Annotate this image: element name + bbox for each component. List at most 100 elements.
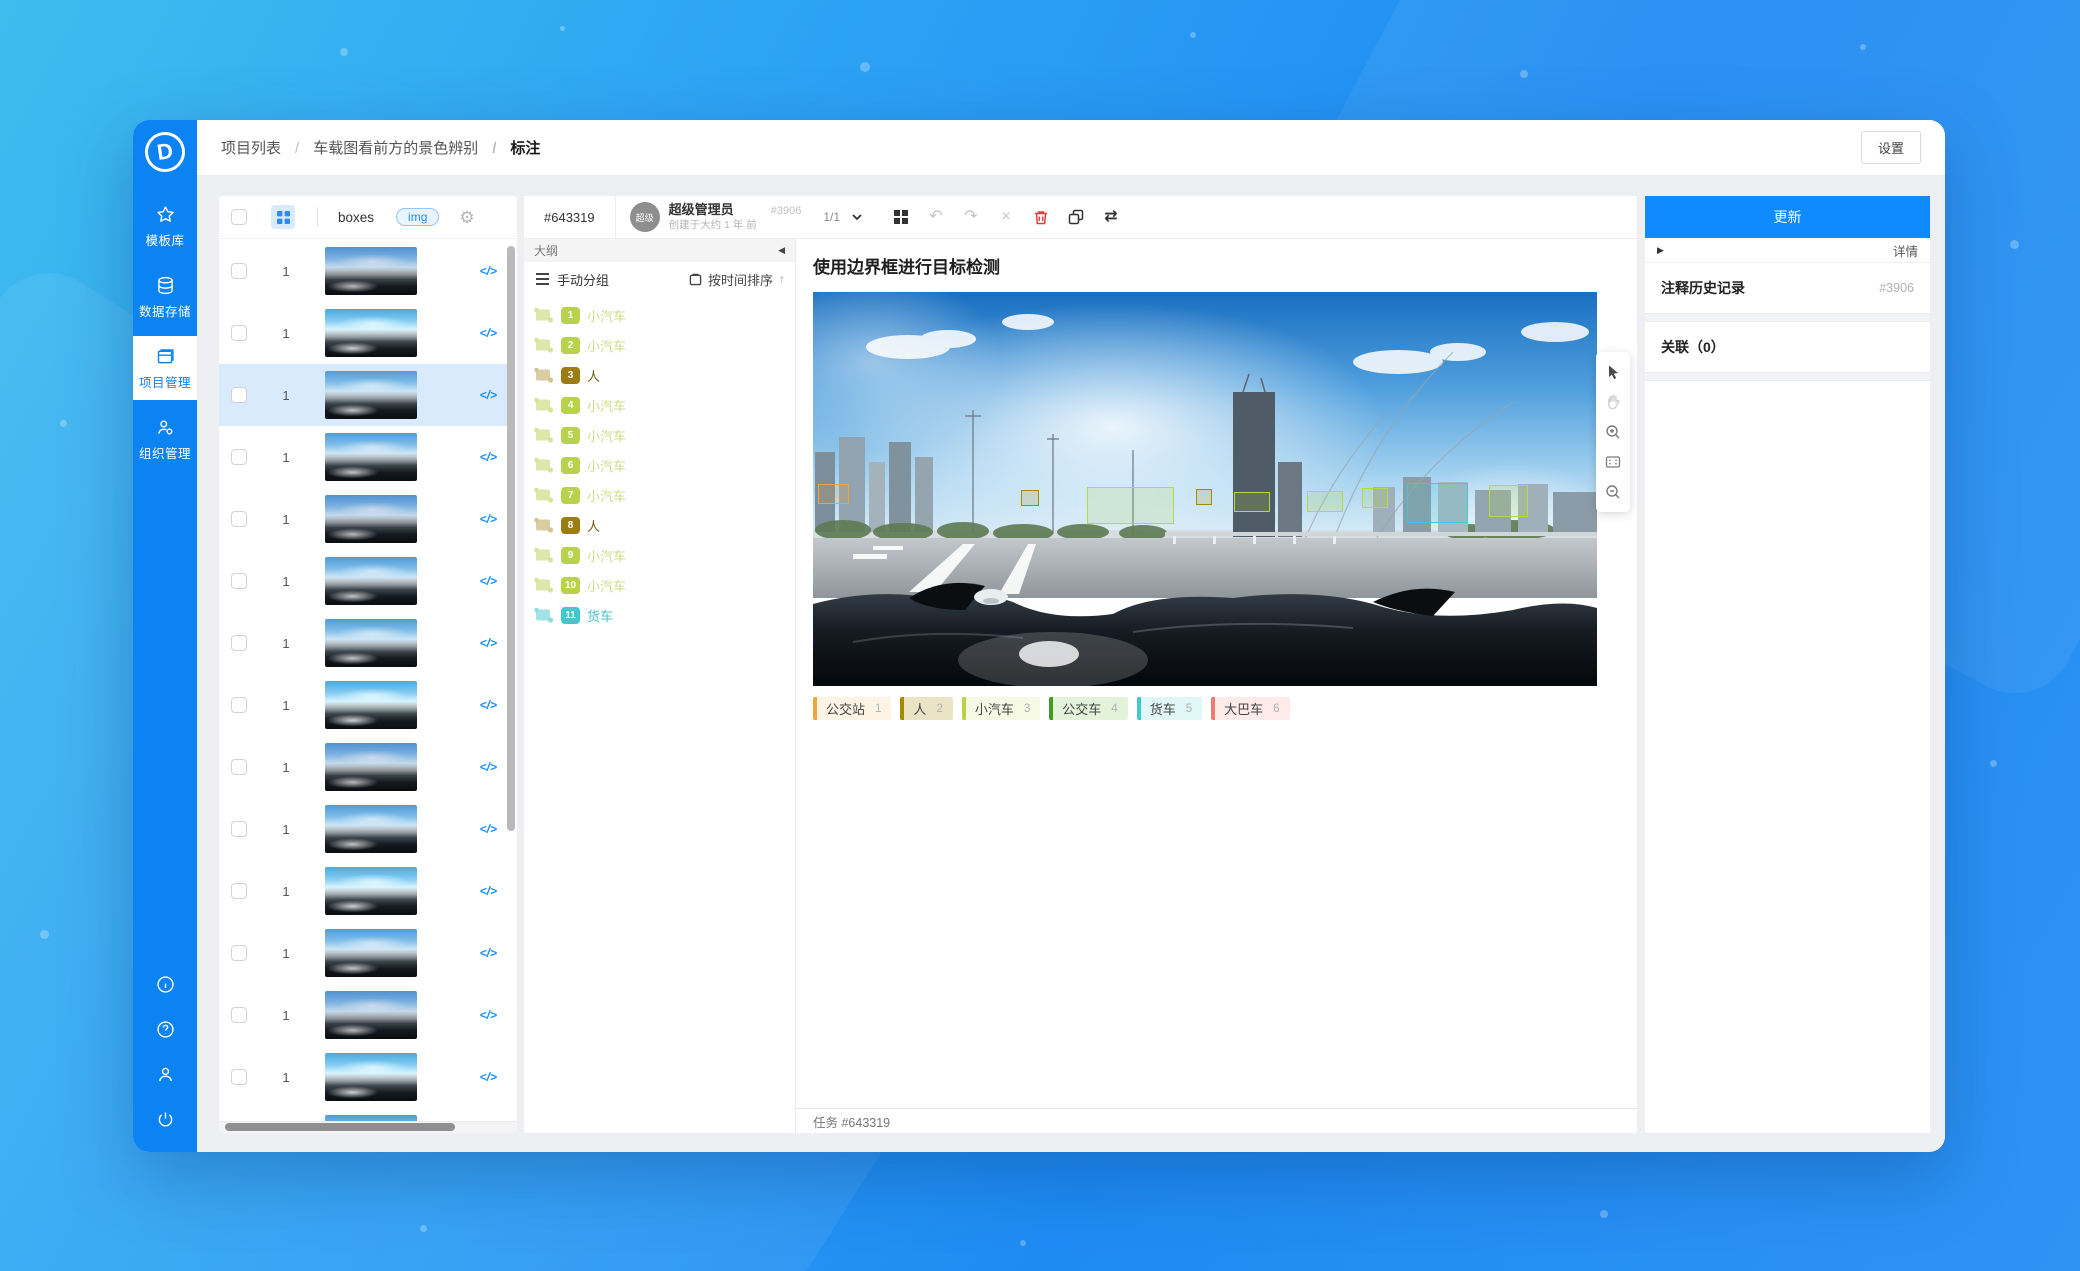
file-row[interactable]: 1 </> xyxy=(219,674,507,736)
row-checkbox[interactable] xyxy=(231,573,247,589)
panorama-thumbnail[interactable] xyxy=(325,867,417,915)
file-row[interactable]: 1 </> xyxy=(219,860,507,922)
breadcrumb-item[interactable]: 项目列表 xyxy=(221,137,281,158)
info-icon[interactable] xyxy=(155,974,176,995)
bounding-box[interactable] xyxy=(1234,492,1270,512)
relations-section[interactable]: 关联（0） xyxy=(1645,322,1930,372)
label-tag[interactable]: 小汽车 3 xyxy=(962,697,1040,720)
row-checkbox[interactable] xyxy=(231,1007,247,1023)
nav-item-template-library[interactable]: 模板库 xyxy=(133,194,197,258)
label-tag[interactable]: 公交车 4 xyxy=(1049,697,1127,720)
panorama-thumbnail[interactable] xyxy=(325,619,417,667)
row-checkbox[interactable] xyxy=(231,325,247,341)
row-checkbox[interactable] xyxy=(231,759,247,775)
file-row[interactable]: 1 </> xyxy=(219,488,507,550)
row-checkbox[interactable] xyxy=(231,511,247,527)
annotation-history-section[interactable]: 注释历史记录 #3906 xyxy=(1645,263,1930,313)
breadcrumb-item[interactable]: 标注 xyxy=(478,137,540,158)
manual-group-button[interactable]: 手动分组 xyxy=(557,270,609,289)
row-checkbox[interactable] xyxy=(231,1069,247,1085)
row-checkbox[interactable] xyxy=(231,449,247,465)
file-row[interactable]: 1 </> xyxy=(219,364,507,426)
row-checkbox[interactable] xyxy=(231,945,247,961)
bounding-box[interactable] xyxy=(1407,483,1467,523)
power-icon[interactable] xyxy=(155,1109,176,1130)
vertical-scrollbar[interactable] xyxy=(507,246,515,831)
annotation-item[interactable]: 9 小汽车 xyxy=(524,540,795,570)
bounding-box[interactable] xyxy=(1196,489,1212,505)
code-icon[interactable]: </> xyxy=(480,1008,497,1022)
row-checkbox[interactable] xyxy=(231,263,247,279)
annotation-item[interactable]: 1 小汽车 xyxy=(524,300,795,330)
code-icon[interactable]: </> xyxy=(480,388,497,402)
user-icon[interactable] xyxy=(155,1064,176,1085)
nav-item-organization-management[interactable]: 组织管理 xyxy=(133,407,197,471)
file-row[interactable]: 1 </> xyxy=(219,922,507,984)
trash-icon[interactable] xyxy=(1032,208,1050,226)
bounding-box[interactable] xyxy=(1362,488,1389,508)
annotation-item[interactable]: 4 小汽车 xyxy=(524,390,795,420)
breadcrumb-item[interactable]: 车载图看前方的景色辨别 xyxy=(281,137,478,158)
file-row[interactable]: 1 </> xyxy=(219,550,507,612)
bounding-box[interactable] xyxy=(1021,490,1039,506)
panorama-thumbnail[interactable] xyxy=(325,1053,417,1101)
label-tag[interactable]: 公交站 1 xyxy=(813,697,891,720)
code-icon[interactable]: </> xyxy=(480,884,497,898)
label-tag[interactable]: 货车 5 xyxy=(1137,697,1202,720)
file-row[interactable]: 1 </> xyxy=(219,1046,507,1108)
panorama-thumbnail[interactable] xyxy=(325,743,417,791)
code-icon[interactable]: </> xyxy=(480,512,497,526)
settings-button[interactable]: 设置 xyxy=(1861,131,1921,164)
annotation-item[interactable]: 10 小汽车 xyxy=(524,570,795,600)
transfer-icon[interactable]: ⇄ xyxy=(1102,208,1120,226)
hand-tool[interactable] xyxy=(1598,387,1628,417)
details-label[interactable]: 详情 xyxy=(1893,241,1918,260)
chevron-down-icon[interactable] xyxy=(850,210,864,224)
label-tag[interactable]: 大巴车 6 xyxy=(1211,697,1289,720)
file-row[interactable]: 1 </> xyxy=(219,736,507,798)
file-row[interactable]: 1 </> xyxy=(219,798,507,860)
code-icon[interactable]: </> xyxy=(480,264,497,278)
annotation-item[interactable]: 5 小汽车 xyxy=(524,420,795,450)
fit-to-screen-tool[interactable] xyxy=(1598,447,1628,477)
file-row[interactable]: 1 </> xyxy=(219,1108,507,1121)
panorama-thumbnail[interactable] xyxy=(325,991,417,1039)
panorama-thumbnail[interactable] xyxy=(325,557,417,605)
row-checkbox[interactable] xyxy=(231,821,247,837)
annotation-item[interactable]: 3 人 xyxy=(524,360,795,390)
row-checkbox[interactable] xyxy=(231,635,247,651)
sort-by-time-button[interactable]: 按时间排序 ↑ xyxy=(689,270,785,289)
select-all-checkbox[interactable] xyxy=(231,209,247,225)
code-icon[interactable]: </> xyxy=(480,574,497,588)
code-icon[interactable]: </> xyxy=(480,326,497,340)
copy-icon[interactable] xyxy=(1067,208,1085,226)
expand-icon[interactable]: ▶ xyxy=(1657,245,1664,256)
redo-icon[interactable]: ↷ xyxy=(962,208,980,226)
row-checkbox[interactable] xyxy=(231,387,247,403)
panorama-thumbnail[interactable] xyxy=(325,371,417,419)
close-icon[interactable]: × xyxy=(997,208,1015,226)
nav-item-data-storage[interactable]: 数据存储 xyxy=(133,265,197,329)
grid-icon[interactable] xyxy=(892,208,910,226)
zoom-out-tool[interactable] xyxy=(1598,477,1628,507)
row-checkbox[interactable] xyxy=(231,697,247,713)
panorama-thumbnail[interactable] xyxy=(325,433,417,481)
code-icon[interactable]: </> xyxy=(480,822,497,836)
annotation-item[interactable]: 6 小汽车 xyxy=(524,450,795,480)
code-icon[interactable]: </> xyxy=(480,760,497,774)
nav-item-project-management[interactable]: 项目管理 xyxy=(133,336,197,400)
file-row[interactable]: 1 </> xyxy=(219,612,507,674)
file-row[interactable]: 1 </> xyxy=(219,240,507,302)
grid-view-icon[interactable] xyxy=(271,205,295,229)
code-icon[interactable]: </> xyxy=(480,636,497,650)
row-checkbox[interactable] xyxy=(231,883,247,899)
app-logo[interactable]: D xyxy=(142,129,187,174)
collapse-icon[interactable]: ◀ xyxy=(778,245,785,256)
panorama-thumbnail[interactable] xyxy=(325,309,417,357)
label-tag[interactable]: 人 2 xyxy=(900,697,952,720)
help-icon[interactable] xyxy=(155,1019,176,1040)
bounding-box[interactable] xyxy=(1087,487,1173,524)
bounding-box[interactable] xyxy=(1307,491,1343,512)
gear-icon[interactable]: ⚙ xyxy=(459,209,474,226)
update-button[interactable]: 更新 xyxy=(1645,196,1930,238)
